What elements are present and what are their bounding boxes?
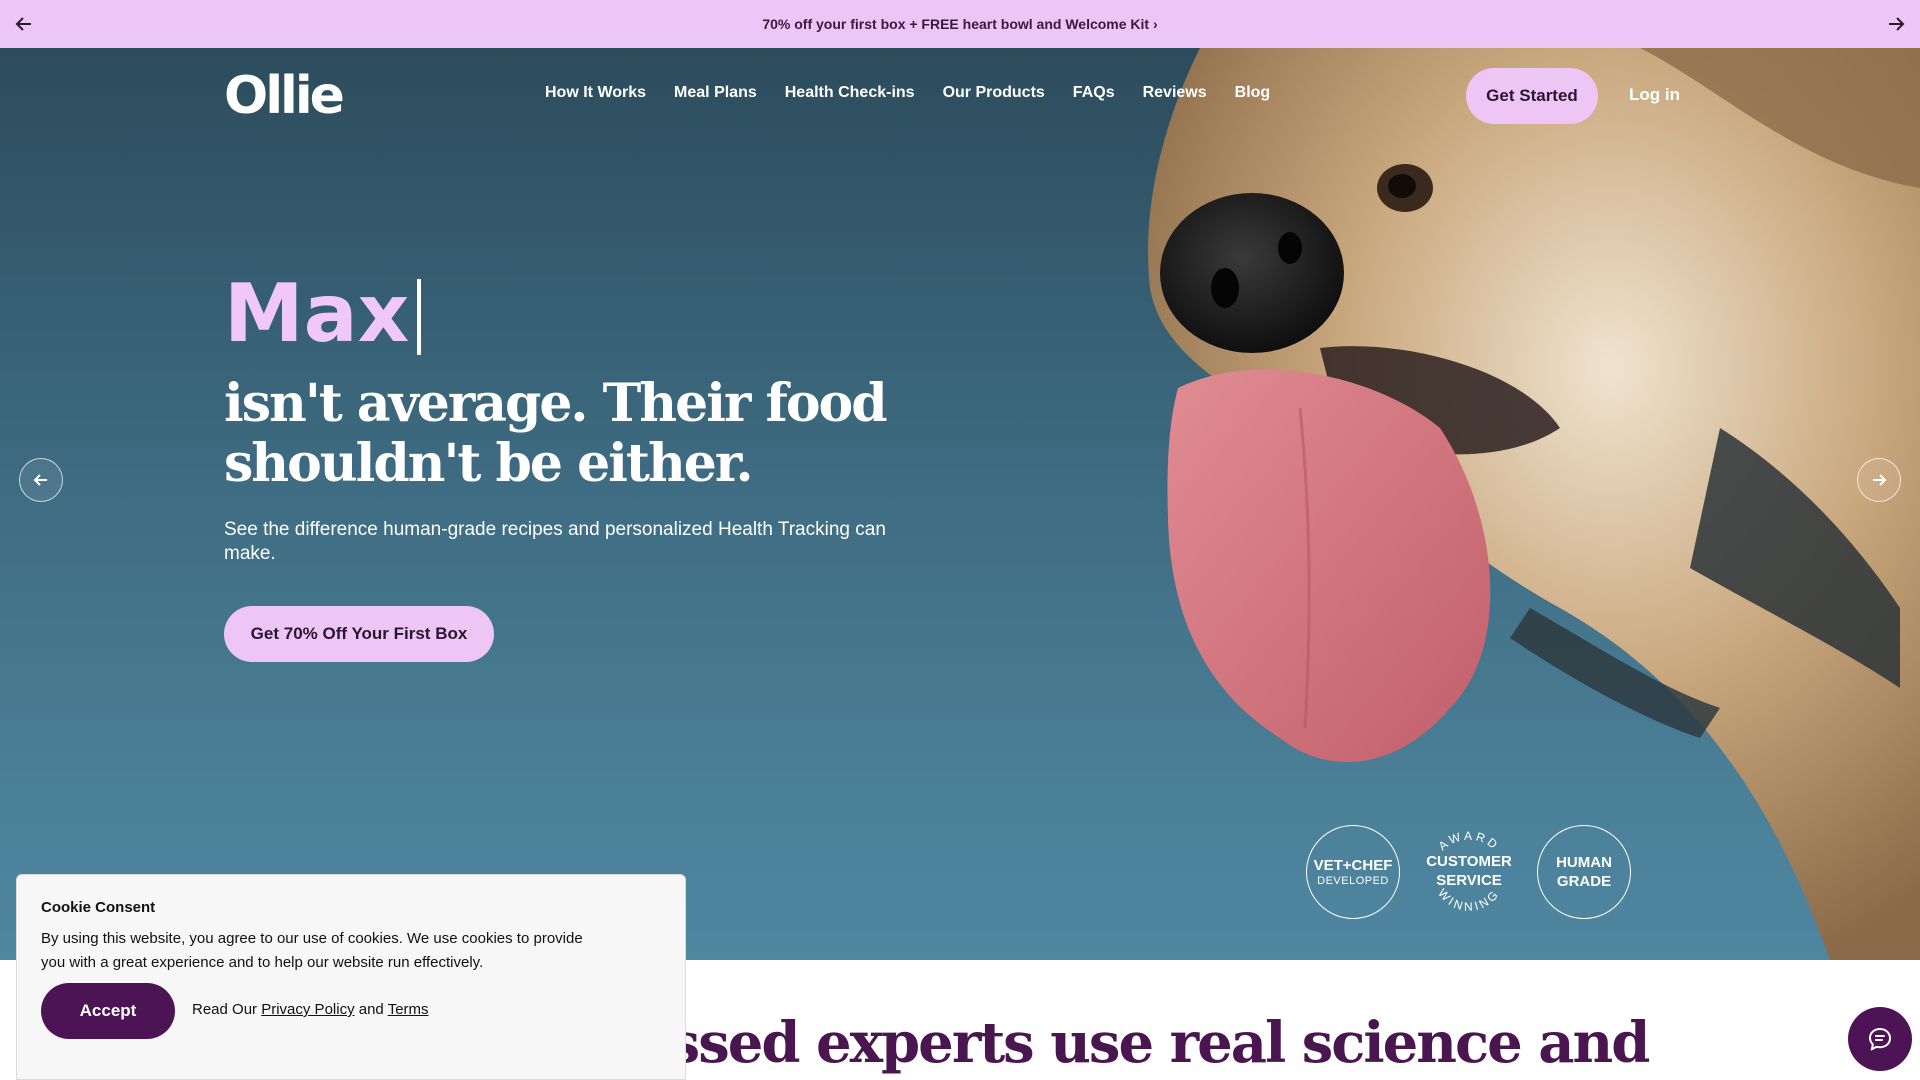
award-badge: AWARD WINNING CUSTOMER SERVICE — [1420, 824, 1518, 920]
nav-how-it-works[interactable]: How It Works — [545, 84, 646, 102]
svg-text:WINNING: WINNING — [1435, 886, 1502, 914]
nav-health-check-ins[interactable]: Health Check-ins — [785, 84, 915, 102]
arrow-right-icon — [1873, 474, 1887, 486]
cookie-read-our: Read Our — [192, 1001, 258, 1018]
chat-button[interactable] — [1848, 1007, 1912, 1071]
promo-bar: 70% off your first box + FREE heart bowl… — [0, 0, 1920, 48]
badge-vet-chef-line2: DEVELOPED — [1317, 875, 1389, 887]
badge-human-line2: GRADE — [1556, 873, 1612, 890]
promo-next-button[interactable] — [1884, 12, 1908, 36]
terms-link[interactable]: Terms — [388, 1001, 429, 1018]
cookie-consent-panel: Cookie Consent By using this website, yo… — [16, 874, 686, 1080]
cookie-and: and — [358, 1001, 384, 1018]
hero-section: Ollie How It Works Meal Plans Health Che… — [0, 48, 1920, 960]
human-grade-badge: HUMAN GRADE — [1537, 825, 1631, 919]
ollie-logo[interactable]: Ollie — [224, 66, 345, 126]
hero-cta-button[interactable]: Get 70% Off Your First Box — [224, 606, 494, 662]
hero-headline: isn't average. Their food shouldn't be e… — [224, 373, 888, 494]
nav-reviews[interactable]: Reviews — [1143, 84, 1207, 102]
slide-prev-button[interactable] — [19, 458, 63, 502]
get-started-button[interactable]: Get Started — [1466, 68, 1598, 124]
nav-meal-plans[interactable]: Meal Plans — [674, 84, 757, 102]
arrow-left-icon — [33, 474, 47, 486]
cookie-body: By using this website, you agree to our … — [41, 930, 583, 971]
badge-human-line1: HUMAN — [1556, 854, 1612, 871]
slide-next-button[interactable] — [1857, 458, 1901, 502]
vet-chef-badge: VET+CHEF DEVELOPED — [1306, 825, 1400, 919]
hero-dog-photo — [1148, 48, 1920, 960]
hero-subtext: See the difference human-grade recipes a… — [224, 519, 886, 564]
main-nav: How It Works Meal Plans Health Check-ins… — [545, 84, 1270, 102]
badge-vet-chef-line1: VET+CHEF — [1313, 857, 1393, 874]
accept-cookies-button[interactable]: Accept — [41, 983, 175, 1039]
nav-blog[interactable]: Blog — [1235, 84, 1271, 102]
chat-bubble-icon — [1868, 1027, 1892, 1051]
arrow-right-icon — [1889, 17, 1905, 31]
pet-name: Max — [224, 267, 410, 360]
privacy-policy-link[interactable]: Privacy Policy — [261, 1001, 354, 1018]
badge-award-line1: CUSTOMER — [1426, 853, 1512, 870]
badge-award-line2: SERVICE — [1436, 872, 1502, 889]
svg-text:AWARD: AWARD — [1436, 829, 1503, 854]
cookie-title: Cookie Consent — [41, 899, 156, 916]
promo-text[interactable]: 70% off your first box + FREE heart bowl… — [762, 16, 1157, 32]
login-link[interactable]: Log in — [1629, 85, 1680, 105]
pet-name-typed: Max — [224, 267, 422, 360]
award-top-text: AWARD — [1436, 829, 1500, 854]
typing-cursor — [417, 279, 422, 355]
promo-prev-button[interactable] — [12, 12, 36, 36]
cookie-links: Read Our Privacy Policy and Terms — [192, 1001, 429, 1018]
nav-faqs[interactable]: FAQs — [1073, 84, 1115, 102]
award-bottom-text: WINNING — [1435, 886, 1499, 914]
nav-our-products[interactable]: Our Products — [943, 84, 1045, 102]
arrow-left-icon — [15, 17, 31, 31]
award-center-text: CUSTOMER SERVICE — [1420, 852, 1518, 890]
